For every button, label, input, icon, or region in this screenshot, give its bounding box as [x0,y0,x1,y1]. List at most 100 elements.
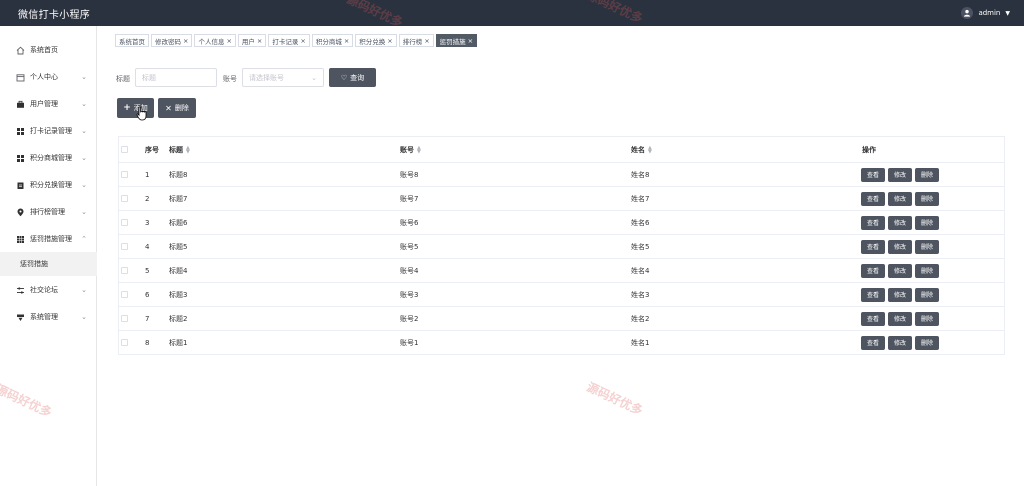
submenu-item-penalty[interactable]: 惩罚措施 [0,252,97,276]
edit-button[interactable]: 修改 [888,239,912,254]
sort-icon[interactable]: ▲ ▼ [648,145,652,154]
chevron-down-icon: ⌄ [81,208,87,216]
edit-button[interactable]: 修改 [888,191,912,206]
batch-delete-button[interactable]: ✕ 删除 [158,98,196,118]
close-icon[interactable]: × [183,37,188,45]
delete-button[interactable]: 删除 [915,263,939,278]
tab-checkin-records[interactable]: 打卡记录 × [268,34,310,47]
tab-points-exchange[interactable]: 积分兑换 × [355,34,397,47]
view-button[interactable]: 查看 [861,215,885,230]
title-search-input[interactable]: 标题 [135,68,217,87]
edit-button[interactable]: 修改 [888,215,912,230]
edit-button[interactable]: 修改 [888,287,912,302]
sort-icon[interactable]: ▲ ▼ [417,145,421,154]
row-checkbox[interactable] [121,211,128,234]
header-label: 操作 [862,145,876,154]
delete-button[interactable]: 删除 [915,287,939,302]
view-button[interactable]: 查看 [861,191,885,206]
view-button[interactable]: 查看 [861,287,885,302]
user-menu[interactable]: admin ▼ [961,7,1010,19]
delete-button[interactable]: 删除 [915,215,939,230]
cell-name: 姓名1 [631,338,650,347]
delete-button[interactable]: 删除 [915,311,939,326]
row-checkbox[interactable] [121,187,128,210]
close-icon[interactable]: × [300,37,305,45]
cell-account: 账号5 [400,242,419,251]
delete-button[interactable]: 删除 [915,239,939,254]
row-checkbox[interactable] [121,259,128,282]
grid-icon [15,126,25,136]
cursor-hand-icon [136,106,147,121]
cell-index: 3 [145,218,150,227]
close-icon[interactable]: × [257,37,262,45]
chevron-down-icon: ⌄ [81,181,87,189]
tab-leaderboard[interactable]: 排行榜 × [398,34,434,47]
header-index: 序号 [145,137,159,162]
row-checkbox[interactable] [121,163,128,186]
cell-index: 6 [145,290,150,299]
sidebar-item-label: 用户管理 [30,100,58,108]
view-button[interactable]: 查看 [861,335,885,350]
row-checkbox[interactable] [121,283,128,306]
tab-penalty[interactable]: 惩罚措施 × [435,34,478,47]
close-icon[interactable]: × [387,37,392,45]
cell-name: 姓名2 [631,314,650,323]
sidebar-item-forum[interactable]: 社交论坛 ⌄ [0,277,97,303]
query-button[interactable]: ♡ 查询 [329,68,376,87]
sort-icon[interactable]: ▲ ▼ [186,145,190,154]
table-header-row: 序号 标题 ▲ ▼ 账号 ▲ ▼ 姓名 ▲ ▼ 操作 [119,137,1004,163]
sidebar-item-personal[interactable]: 个人中心 ⌄ [0,64,97,90]
row-checkbox[interactable] [121,235,128,258]
sidebar-item-home[interactable]: 系统首页 [0,37,97,63]
sidebar-item-checkin-records[interactable]: 打卡记录管理 ⌄ [0,118,97,144]
sidebar-item-points-exchange[interactable]: 积分兑换管理 ⌄ [0,172,97,198]
tab-profile[interactable]: 个人信息 × [194,34,236,47]
view-button[interactable]: 查看 [861,311,885,326]
tab-users[interactable]: 用户 × [237,34,267,47]
delete-button[interactable]: 删除 [915,191,939,206]
edit-button[interactable]: 修改 [888,311,912,326]
header-label: 姓名 [631,145,645,154]
close-icon[interactable]: × [344,37,349,45]
delete-button[interactable]: 删除 [915,335,939,350]
sidebar-item-points-mall[interactable]: 积分商城管理 ⌄ [0,145,97,171]
grid-icon [15,234,25,244]
tab-change-password[interactable]: 修改密码 × [151,34,193,47]
close-icon[interactable]: × [226,37,231,45]
data-table: 序号 标题 ▲ ▼ 账号 ▲ ▼ 姓名 ▲ ▼ 操作 1 标题8 账号8 姓名8 查看 修改 删除 2 标题… [118,136,1005,355]
cell-ops: 查看 修改 删除 [861,307,942,330]
cell-ops: 查看 修改 删除 [861,235,942,258]
header-title[interactable]: 标题 ▲ ▼ [169,137,190,162]
tab-points-mall[interactable]: 积分商城 × [311,34,354,47]
cell-account: 账号2 [400,314,419,323]
close-icon[interactable]: × [424,37,429,45]
view-button[interactable]: 查看 [861,167,885,182]
header-name[interactable]: 姓名 ▲ ▼ [631,137,652,162]
table-row: 5 标题4 账号4 姓名4 查看 修改 删除 [119,259,1004,283]
edit-button[interactable]: 修改 [888,263,912,278]
sidebar-item-users[interactable]: 用户管理 ⌄ [0,91,97,117]
header-label: 账号 [400,145,414,154]
select-all-checkbox[interactable] [121,137,128,162]
tab-home[interactable]: 系统首页 [115,34,149,47]
view-button[interactable]: 查看 [861,263,885,278]
sidebar-item-penalty[interactable]: 惩罚措施管理 ⌃ [0,226,97,252]
chevron-down-icon: ⌄ [81,73,87,81]
edit-button[interactable]: 修改 [888,335,912,350]
close-icon[interactable]: × [468,37,473,45]
cell-name: 姓名5 [631,242,650,251]
row-checkbox[interactable] [121,331,128,354]
sidebar-item-label: 个人中心 [30,73,58,81]
sidebar-item-system[interactable]: 系统管理 ⌄ [0,304,97,330]
sidebar-item-leaderboard[interactable]: 排行榜管理 ⌄ [0,199,97,225]
view-button[interactable]: 查看 [861,239,885,254]
title-label: 标题 [116,75,130,83]
edit-button[interactable]: 修改 [888,167,912,182]
header-account[interactable]: 账号 ▲ ▼ [400,137,421,162]
delete-button[interactable]: 删除 [915,167,939,182]
cell-index: 5 [145,266,150,275]
row-checkbox[interactable] [121,307,128,330]
avatar [961,7,974,19]
account-select[interactable]: 请选择账号 ⌄ [242,68,324,87]
clipboard-icon [15,180,25,190]
